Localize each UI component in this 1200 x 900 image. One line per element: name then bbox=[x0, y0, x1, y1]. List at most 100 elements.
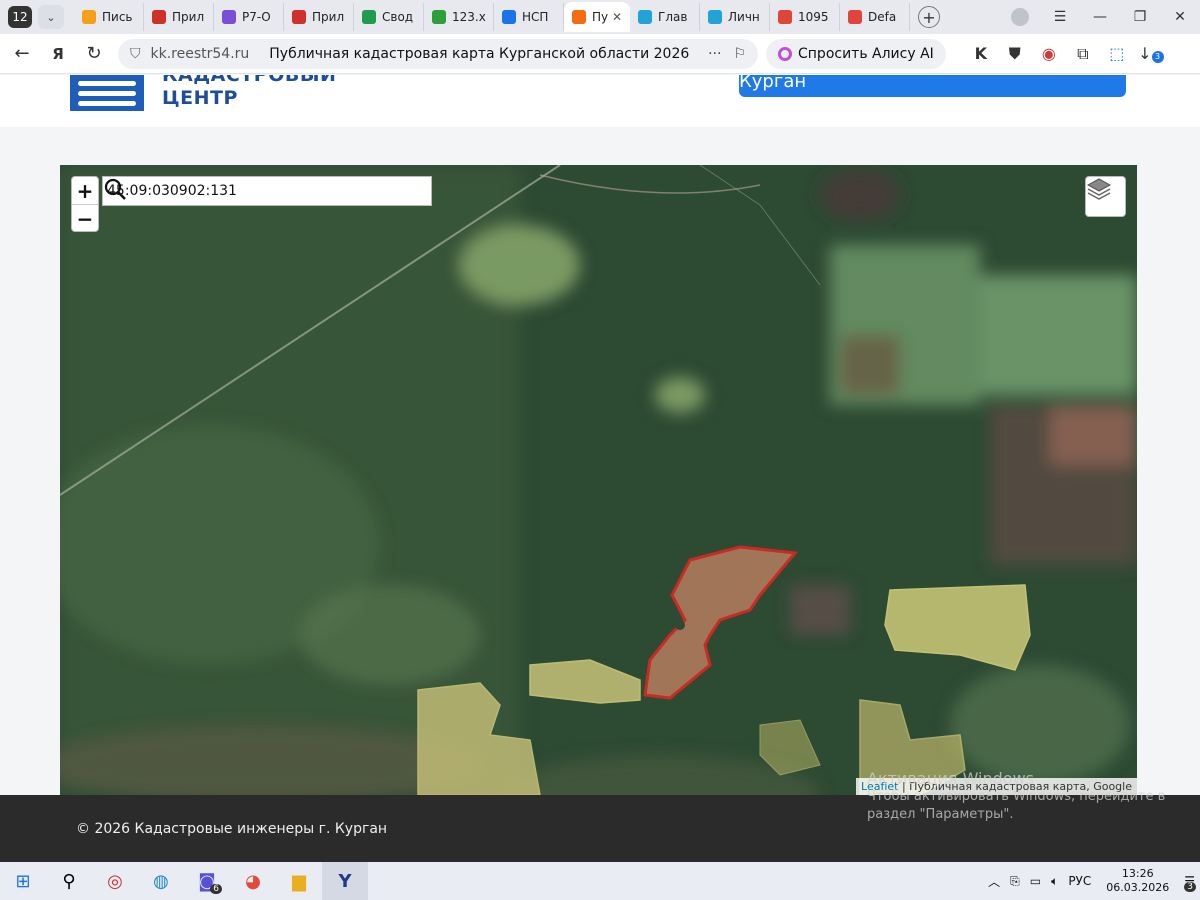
windows-activation-watermark: Активация Windows Чтобы активировать Win… bbox=[867, 770, 1165, 824]
profile-icon[interactable] bbox=[1000, 8, 1040, 26]
extension-target-icon[interactable]: ◉ bbox=[1032, 44, 1066, 63]
url-page-title: Публичная кадастровая карта Курганской о… bbox=[269, 45, 690, 62]
language-indicator[interactable]: РУС bbox=[1068, 874, 1091, 888]
tab-favicon-icon bbox=[778, 10, 792, 24]
minimize-icon[interactable]: — bbox=[1080, 9, 1120, 25]
tray-app-icon[interactable]: ⎘ bbox=[1010, 874, 1020, 889]
tab-favicon-icon bbox=[572, 10, 586, 24]
tab-label: Прил bbox=[172, 10, 205, 24]
layers-button[interactable] bbox=[1085, 176, 1126, 217]
url-field[interactable]: ⛉ kk.reestr54.ru Публичная кадастровая к… bbox=[118, 38, 758, 69]
watermark-line3: раздел "Параметры". bbox=[867, 807, 1014, 822]
browser-tab-9[interactable]: Личн bbox=[700, 3, 770, 31]
layers-icon bbox=[1086, 178, 1112, 200]
new-tab-button[interactable]: + bbox=[918, 6, 940, 28]
browser-tab-10[interactable]: 1095 bbox=[770, 3, 840, 31]
menu-icon[interactable]: ☰ bbox=[1040, 9, 1080, 25]
browser-tab-6[interactable]: НСП bbox=[494, 3, 564, 31]
yandex-icon[interactable]: Я bbox=[40, 45, 76, 63]
tray-chevron-icon[interactable]: ︿ bbox=[988, 873, 1000, 890]
tab-favicon-icon bbox=[708, 10, 722, 24]
app-c-icon[interactable]: ◎ bbox=[92, 862, 138, 900]
tab-favicon-icon bbox=[292, 10, 306, 24]
url-domain: kk.reestr54.ru bbox=[150, 45, 250, 62]
clock-time: 13:26 bbox=[1121, 867, 1154, 880]
messenger-badge: 6 bbox=[210, 884, 222, 894]
tab-favicon-icon bbox=[638, 10, 652, 24]
site-header: КАДАСТРОВЫЙ ЦЕНТР Стоимость кадастровых … bbox=[0, 75, 1200, 127]
file-explorer-icon[interactable]: ▆ bbox=[276, 862, 322, 900]
extension-puzzle-icon[interactable]: ⧉ bbox=[1066, 44, 1100, 64]
zoom-in-button[interactable]: + bbox=[72, 177, 98, 205]
satellite-imagery bbox=[60, 165, 1137, 795]
tab-label: Пу bbox=[592, 10, 609, 24]
chrome-icon[interactable]: ◕ bbox=[230, 862, 276, 900]
tabs-dropdown-icon[interactable]: ⌄ bbox=[38, 5, 64, 29]
cadastral-map[interactable]: + − Leaflet | Публичная кадастровая карт… bbox=[60, 165, 1137, 795]
pricing-button[interactable]: Стоимость кадастровых работ в г. Курган bbox=[739, 75, 1126, 97]
close-window-icon[interactable]: ✕ bbox=[1160, 9, 1200, 25]
more-icon[interactable]: ··· bbox=[708, 46, 721, 62]
browser-tab-8[interactable]: Глав bbox=[630, 3, 700, 31]
search-icon[interactable] bbox=[104, 177, 431, 205]
tab-favicon-icon bbox=[82, 10, 96, 24]
watermark-line1: Активация Windows bbox=[867, 769, 1034, 788]
browser-tab-2[interactable]: Р7-О bbox=[214, 3, 284, 31]
tab-close-icon[interactable]: ✕ bbox=[612, 10, 622, 24]
messenger-icon[interactable]: ◙ 6 bbox=[184, 862, 230, 900]
bookmark-icon[interactable]: ⚐ bbox=[733, 46, 746, 62]
window-controls: ☰ — ❐ ✕ bbox=[1000, 0, 1200, 34]
browser-tab-4[interactable]: Свод bbox=[354, 3, 424, 31]
edge-icon[interactable]: ◍ bbox=[138, 862, 184, 900]
reload-icon[interactable]: ↻ bbox=[76, 43, 112, 64]
restore-icon[interactable]: ❐ bbox=[1120, 9, 1160, 25]
logo-line2: ЦЕНТР bbox=[162, 87, 238, 109]
tab-favicon-icon bbox=[502, 10, 516, 24]
tab-label: Defa bbox=[868, 10, 897, 24]
browser-tab-11[interactable]: Defa bbox=[840, 3, 910, 31]
extension-shield-icon[interactable]: ⛊ bbox=[998, 44, 1032, 64]
cadastral-number-input[interactable] bbox=[103, 177, 397, 205]
browser-tab-5[interactable]: 123.х bbox=[424, 3, 494, 31]
extension-badge-icon[interactable]: ⬚ bbox=[1100, 44, 1134, 63]
clock-date: 06.03.2026 bbox=[1106, 881, 1170, 894]
yandex-browser-icon[interactable]: Y bbox=[322, 862, 368, 900]
start-icon[interactable]: ⊞ bbox=[0, 862, 46, 900]
tab-label: 1095 bbox=[798, 10, 829, 24]
tab-favicon-icon bbox=[362, 10, 376, 24]
ask-alice-button[interactable]: Спросить Алису AI bbox=[766, 38, 946, 69]
browser-tab-0[interactable]: Пись bbox=[74, 3, 144, 31]
extension-k-icon[interactable]: K bbox=[964, 44, 998, 63]
watermark-line2: Чтобы активировать Windows, перейдите в bbox=[867, 789, 1166, 804]
notifications-icon[interactable]: ☰ 3 bbox=[1184, 874, 1196, 892]
browser-tab-bar: 12 ⌄ Пись Прил Р7-О Прил Свод 123.х НСП Пу ✕ Глав… bbox=[0, 0, 1200, 34]
zoom-out-button[interactable]: − bbox=[72, 205, 98, 233]
browser-tab-7[interactable]: Пу ✕ bbox=[564, 2, 630, 32]
search-taskbar-icon[interactable]: ⚲ bbox=[46, 862, 92, 900]
windows-taskbar: ⊞ ⚲ ◎ ◍ ◙ 6 ◕ ▆ Y ︿ ⎘ ▭ 🔈︎ РУС 13:26 06.0… bbox=[0, 862, 1200, 900]
ask-alice-label: Спросить Алису AI bbox=[798, 45, 934, 62]
zoom-control: + − bbox=[71, 176, 99, 232]
notifications-badge: 3 bbox=[1184, 882, 1196, 892]
cadastral-search bbox=[102, 176, 432, 206]
tab-counter[interactable]: 12 bbox=[8, 6, 32, 28]
tab-favicon-icon bbox=[222, 10, 236, 24]
tab-label: Личн bbox=[728, 10, 760, 24]
network-icon[interactable]: ▭ bbox=[1030, 874, 1041, 888]
tab-strip: Пись Прил Р7-О Прил Свод 123.х НСП Пу ✕ Глав Личн 1… bbox=[74, 0, 910, 34]
tab-label: Пись bbox=[102, 10, 133, 24]
shield-icon: ⛉ bbox=[130, 45, 141, 62]
logo-icon[interactable] bbox=[70, 75, 144, 111]
tab-favicon-icon bbox=[848, 10, 862, 24]
tab-label: Свод bbox=[382, 10, 414, 24]
clock[interactable]: 13:26 06.03.2026 bbox=[1106, 867, 1169, 895]
tab-label: 123.х bbox=[452, 10, 486, 24]
tab-label: Глав bbox=[658, 10, 688, 24]
browser-tab-1[interactable]: Прил bbox=[144, 3, 214, 31]
browser-tab-3[interactable]: Прил bbox=[284, 3, 354, 31]
volume-icon[interactable]: 🔈︎ bbox=[1051, 874, 1058, 889]
downloads-icon[interactable]: ↓ 3 bbox=[1134, 44, 1168, 63]
copyright-text: © 2026 Кадастровые инженеры г. Курган bbox=[76, 821, 388, 837]
tab-label: НСП bbox=[522, 10, 549, 24]
back-icon[interactable]: ← bbox=[4, 43, 40, 64]
